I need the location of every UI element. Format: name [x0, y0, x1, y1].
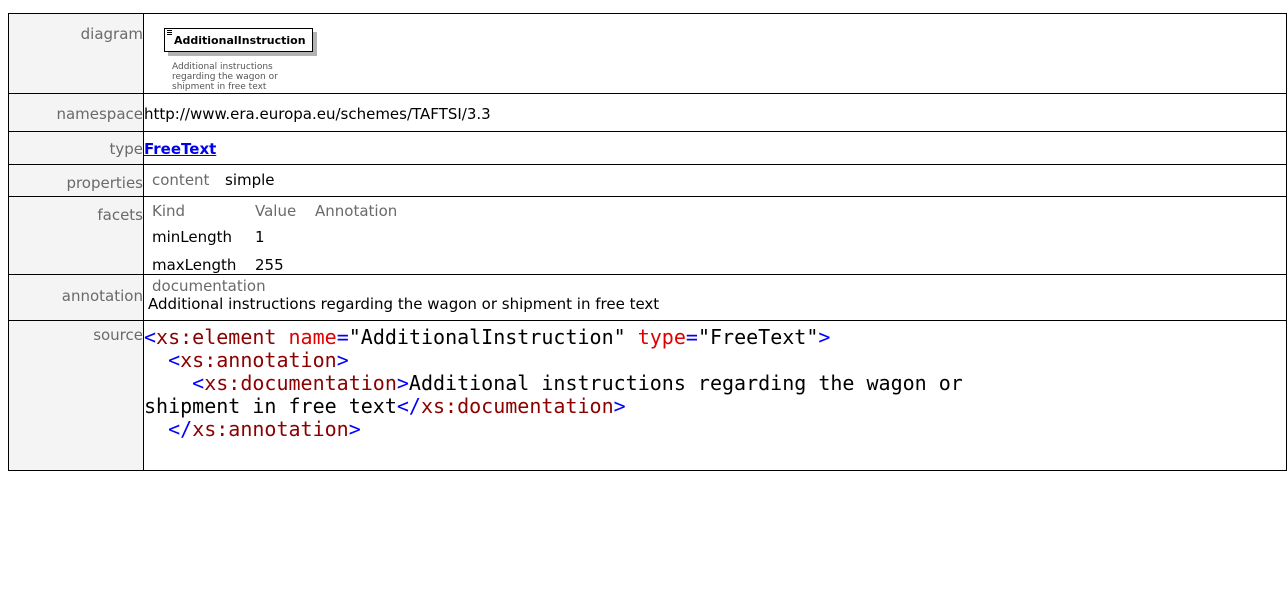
- type-row: type FreeText: [8, 131, 1287, 165]
- code-line: shipment in free text</xs:documentation>: [144, 394, 626, 418]
- property-value: simple: [225, 171, 275, 189]
- facet-value: 1: [255, 228, 265, 246]
- namespace-label: namespace: [56, 105, 143, 123]
- facets-row: facets Kind Value Annotation minLength 1…: [8, 196, 1287, 275]
- type-label: type: [109, 140, 143, 158]
- facets-header-kind: Kind: [152, 202, 186, 220]
- code-line: <xs:element name="AdditionalInstruction"…: [144, 325, 831, 349]
- code-line: <xs:documentation>Additional instruction…: [192, 371, 963, 395]
- facet-row: maxLength 255: [152, 256, 1286, 274]
- diagram-note-line: regarding the wagon or: [172, 72, 278, 82]
- element-diagram-note: Additional instructions regarding the wa…: [172, 62, 307, 92]
- diagram-row: diagram AdditionalInstruction Additional…: [8, 13, 1287, 94]
- properties-row: properties content simple: [8, 164, 1287, 197]
- annotation-label: annotation: [61, 287, 143, 305]
- source-row: source <xs:element name="AdditionalInstr…: [8, 320, 1287, 471]
- property-key: content: [152, 171, 210, 189]
- property-item: content simple: [144, 165, 1286, 189]
- page: diagram AdditionalInstruction Additional…: [0, 0, 1287, 595]
- source-code: <xs:element name="AdditionalInstruction"…: [144, 321, 1286, 441]
- type-link[interactable]: FreeText: [144, 132, 216, 158]
- facets-header: Kind Value Annotation: [152, 202, 1286, 220]
- annotation-text: Additional instructions regarding the wa…: [148, 295, 660, 313]
- element-content-icon: [167, 30, 172, 36]
- annotation-block: documentation Additional instructions re…: [144, 275, 1286, 313]
- element-diagram: AdditionalInstruction Additional instruc…: [144, 14, 1286, 92]
- namespace-value: http://www.era.europa.eu/schemes/TAFTSI/…: [144, 105, 491, 123]
- code-line: <xs:annotation>: [168, 348, 349, 372]
- element-box-name: AdditionalInstruction: [174, 34, 306, 47]
- annotation-row: annotation documentation Additional inst…: [8, 274, 1287, 321]
- code-line: </xs:annotation>: [168, 417, 361, 441]
- facets-label: facets: [97, 206, 143, 224]
- annotation-heading: documentation: [152, 277, 266, 295]
- facets-table: Kind Value Annotation minLength 1 maxLen…: [144, 197, 1286, 274]
- facet-value: 255: [255, 256, 284, 274]
- namespace-row: namespace http://www.era.europa.eu/schem…: [8, 93, 1287, 132]
- source-label: source: [93, 326, 143, 344]
- facet-kind: maxLength: [152, 256, 237, 274]
- diagram-note-line: shipment in free text: [172, 82, 267, 92]
- facet-kind: minLength: [152, 228, 233, 246]
- properties-label: properties: [66, 174, 143, 192]
- schema-element-table: diagram AdditionalInstruction Additional…: [8, 13, 1287, 471]
- facets-header-value: Value: [255, 202, 297, 220]
- diagram-label: diagram: [80, 25, 143, 43]
- element-box[interactable]: AdditionalInstruction: [164, 28, 313, 52]
- facets-header-annotation: Annotation: [315, 202, 398, 220]
- facet-row: minLength 1: [152, 228, 1286, 246]
- diagram-note-line: Additional instructions: [172, 62, 273, 72]
